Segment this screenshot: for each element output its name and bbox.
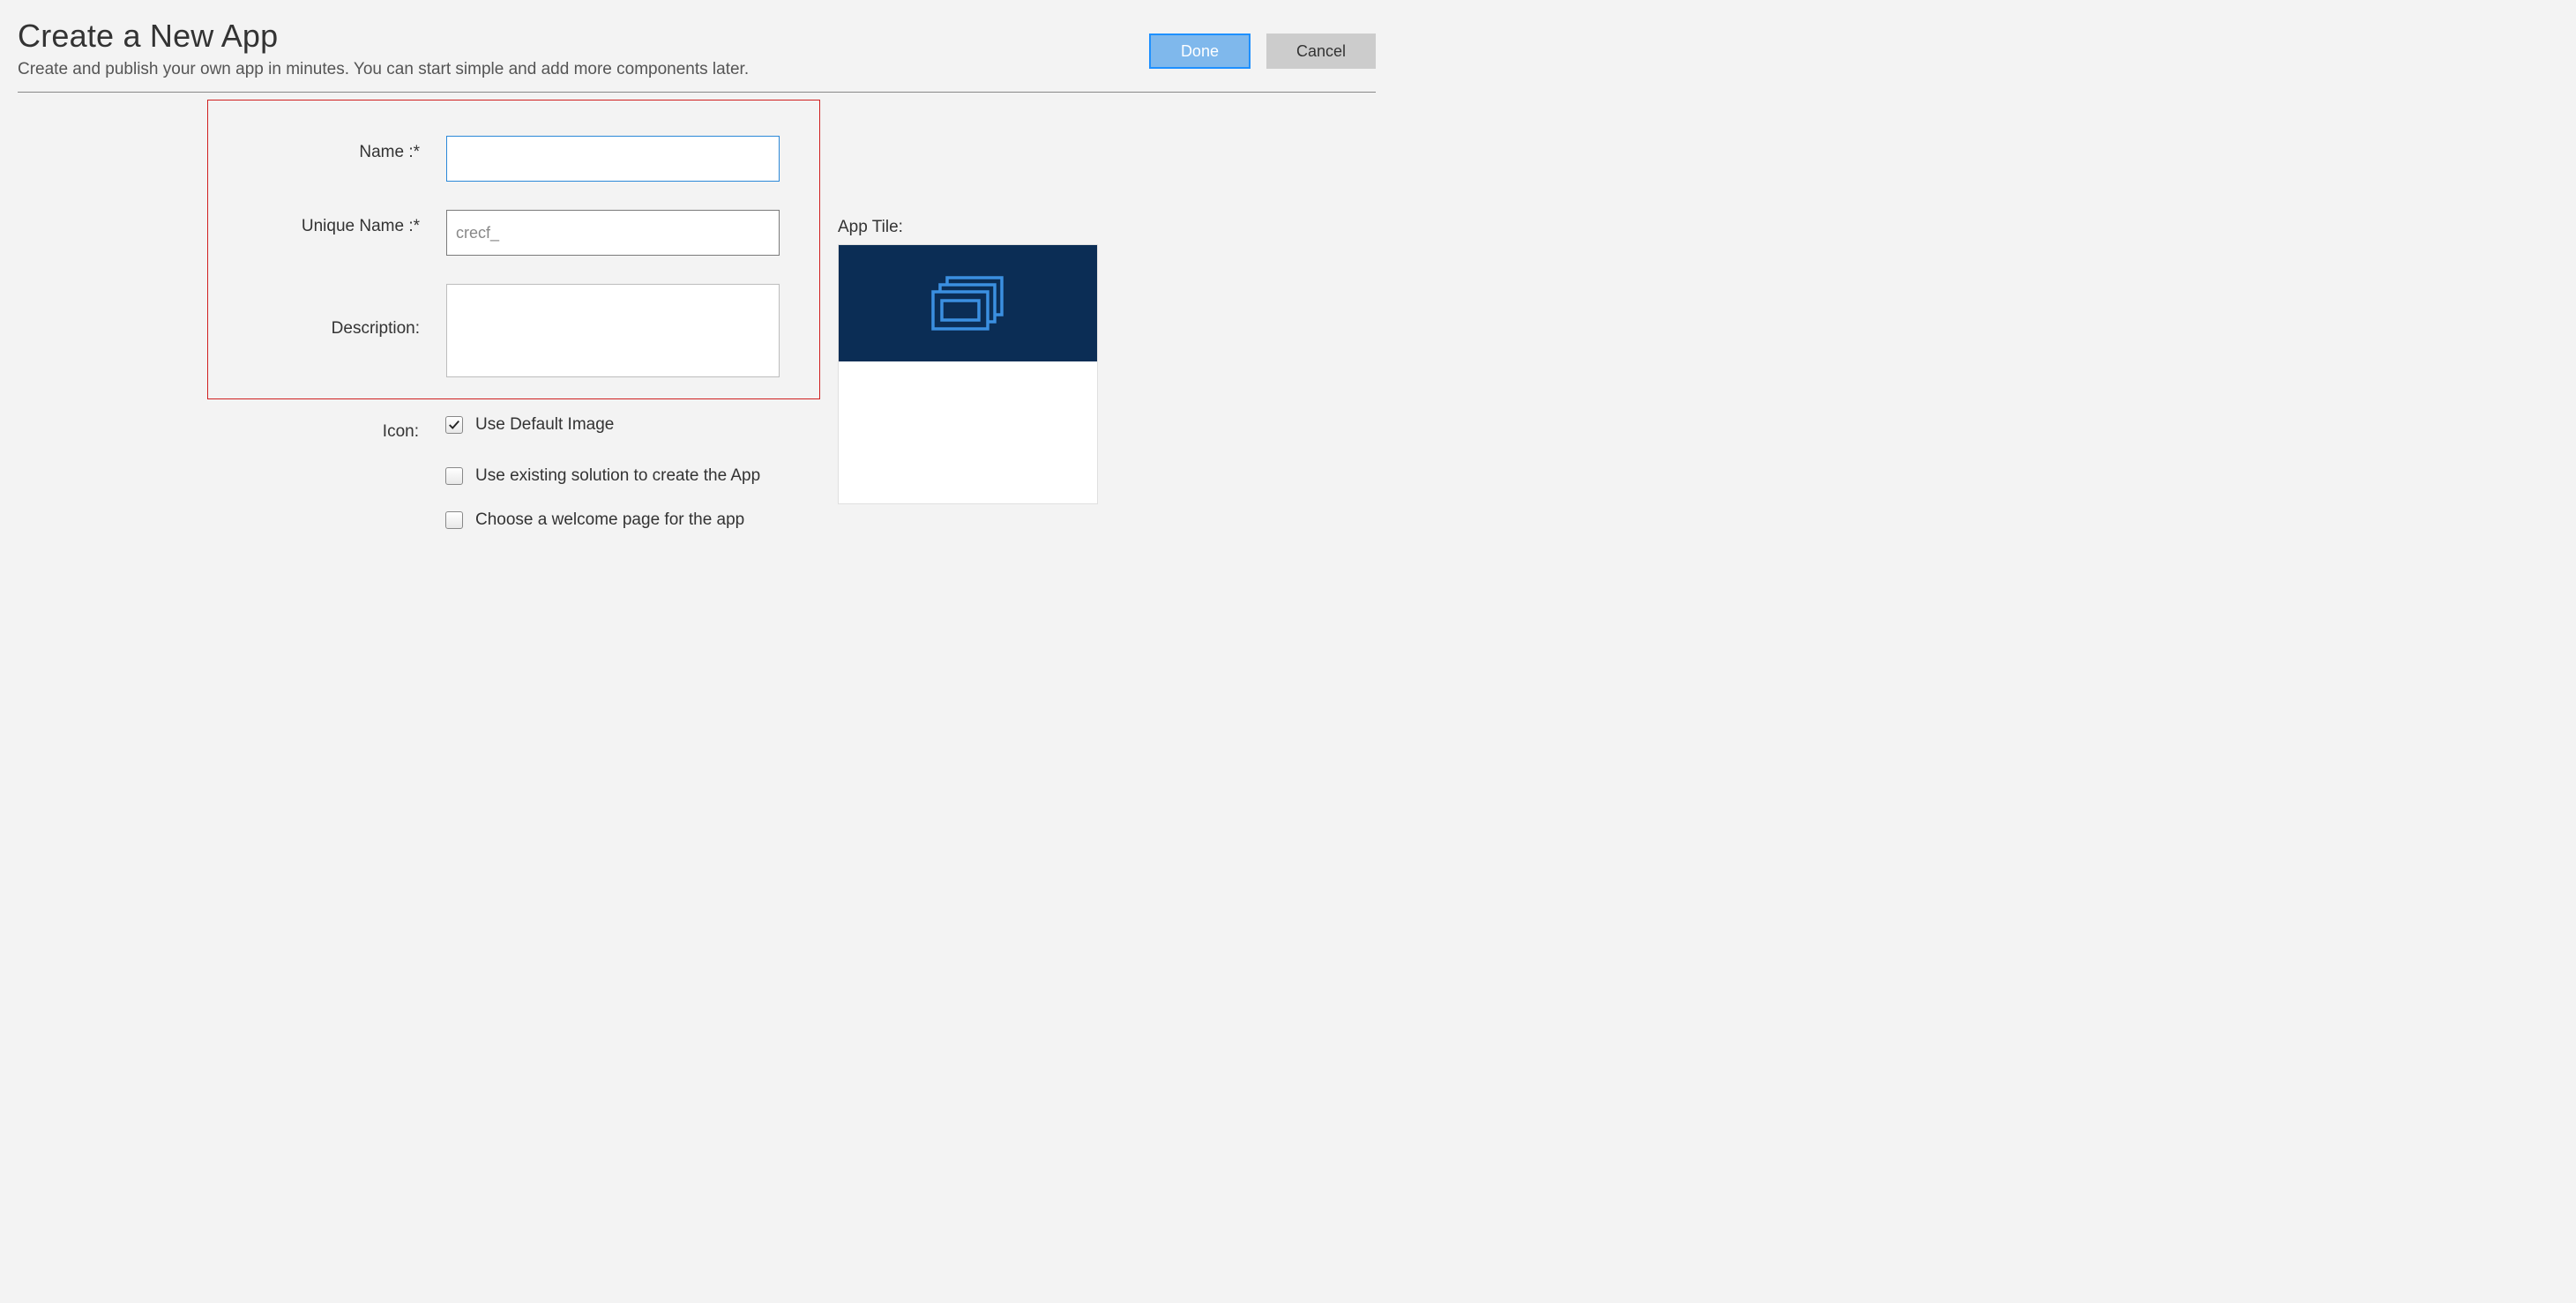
app-tile-icon bbox=[930, 274, 1007, 332]
unique-name-input[interactable] bbox=[446, 210, 780, 256]
use-default-image-checkbox[interactable] bbox=[445, 416, 463, 434]
required-fields-highlight: Name :* Unique Name :* Description: bbox=[207, 100, 820, 399]
app-tile-label: App Tile: bbox=[838, 218, 1098, 237]
checkmark-icon bbox=[448, 419, 460, 431]
choose-welcome-page-checkbox[interactable] bbox=[445, 511, 463, 529]
use-default-image-label: Use Default Image bbox=[475, 415, 614, 435]
divider bbox=[18, 92, 1376, 93]
page-subtitle: Create and publish your own app in minut… bbox=[18, 60, 1149, 79]
header: Create a New App Create and publish your… bbox=[18, 18, 1376, 92]
use-existing-solution-label: Use existing solution to create the App bbox=[475, 466, 760, 486]
header-actions: Done Cancel bbox=[1149, 34, 1376, 69]
app-tile-preview bbox=[838, 244, 1098, 504]
description-input[interactable] bbox=[446, 284, 780, 377]
icon-label: Icon: bbox=[234, 415, 445, 442]
done-button[interactable]: Done bbox=[1149, 34, 1251, 69]
page-title: Create a New App bbox=[18, 18, 1149, 55]
cancel-button[interactable]: Cancel bbox=[1266, 34, 1376, 69]
unique-name-label: Unique Name :* bbox=[235, 210, 446, 236]
choose-welcome-page-label: Choose a welcome page for the app bbox=[475, 510, 744, 530]
description-label: Description: bbox=[235, 284, 446, 339]
use-existing-solution-checkbox[interactable] bbox=[445, 467, 463, 485]
name-input[interactable] bbox=[446, 136, 780, 182]
app-tile-header bbox=[839, 245, 1097, 361]
name-label: Name :* bbox=[235, 136, 446, 162]
